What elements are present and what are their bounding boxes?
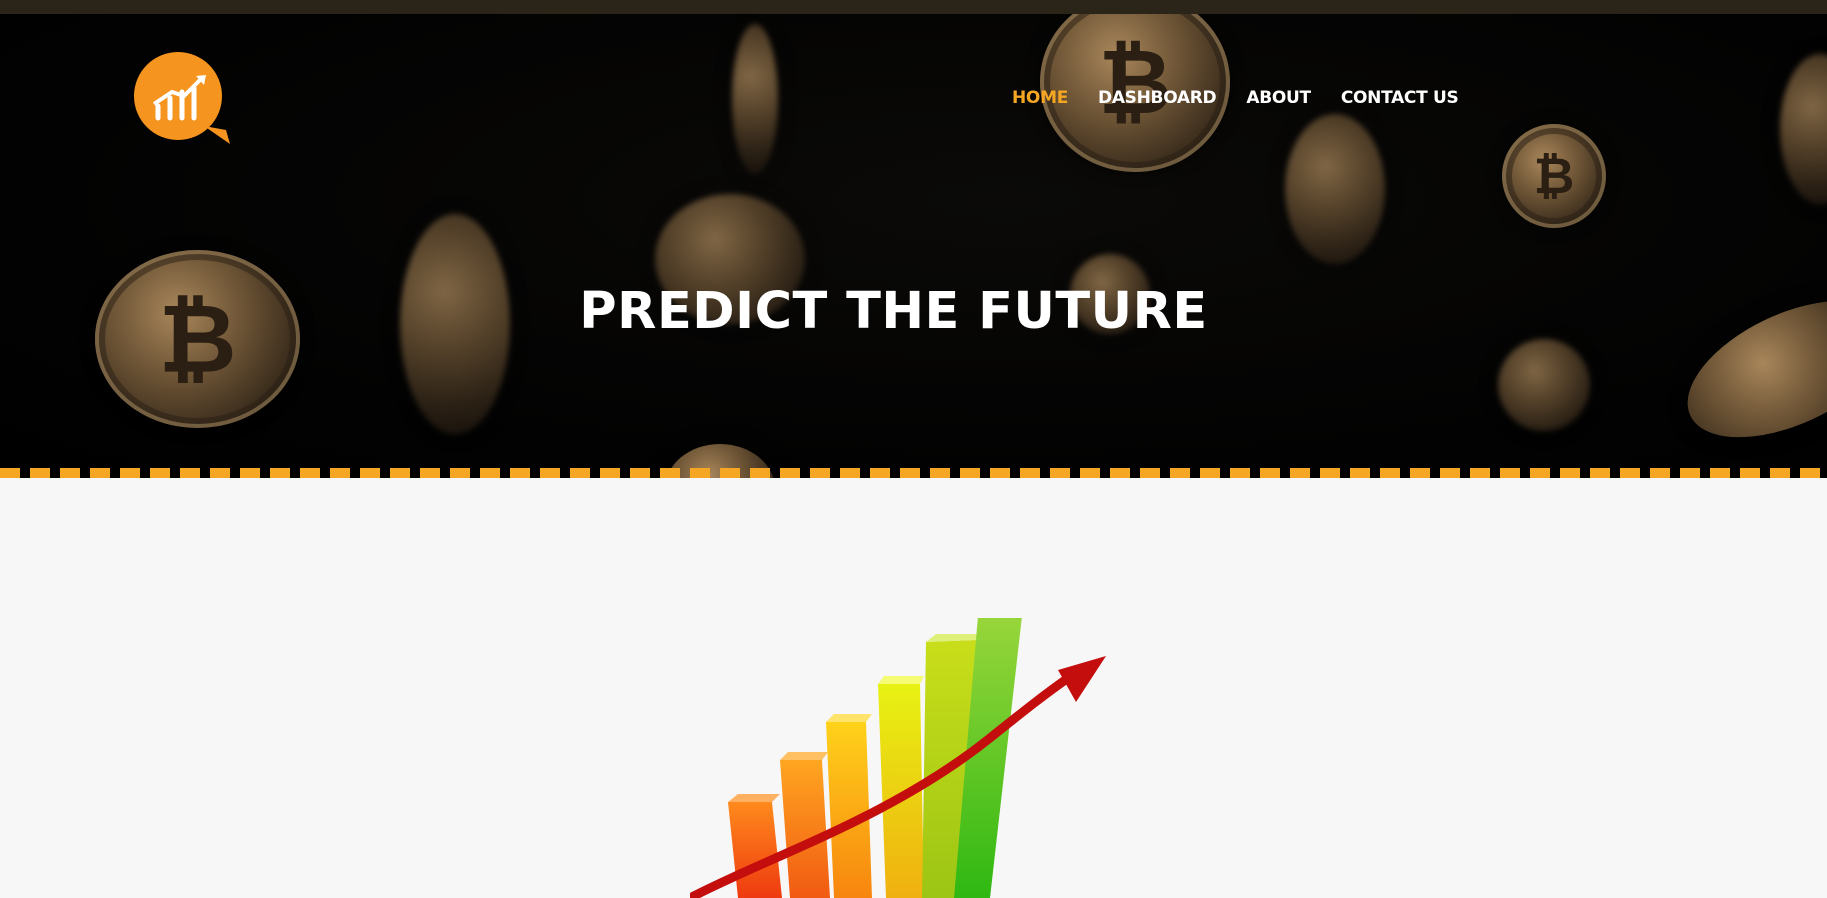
dashed-divider bbox=[0, 468, 1827, 478]
hero-banner: ₿ ₿ ₿ HOME DASHBOARD ABOUT CONTACT US PR… bbox=[0, 14, 1827, 478]
main-nav: HOME DASHBOARD ABOUT CONTACT US bbox=[1012, 88, 1459, 108]
hero-title: PREDICT THE FUTURE bbox=[579, 282, 1208, 341]
nav-home-link[interactable]: HOME bbox=[1012, 88, 1068, 108]
growth-chart-icon bbox=[690, 618, 1106, 898]
logo-icon[interactable] bbox=[126, 48, 236, 144]
nav-contact-link[interactable]: CONTACT US bbox=[1341, 88, 1459, 108]
nav-about-link[interactable]: ABOUT bbox=[1246, 88, 1311, 108]
content-section bbox=[0, 478, 1827, 898]
nav-dashboard-link[interactable]: DASHBOARD bbox=[1098, 88, 1217, 108]
top-bar bbox=[0, 0, 1827, 14]
site-header: HOME DASHBOARD ABOUT CONTACT US bbox=[0, 14, 1827, 174]
bitcoin-coin-icon bbox=[1498, 339, 1590, 431]
